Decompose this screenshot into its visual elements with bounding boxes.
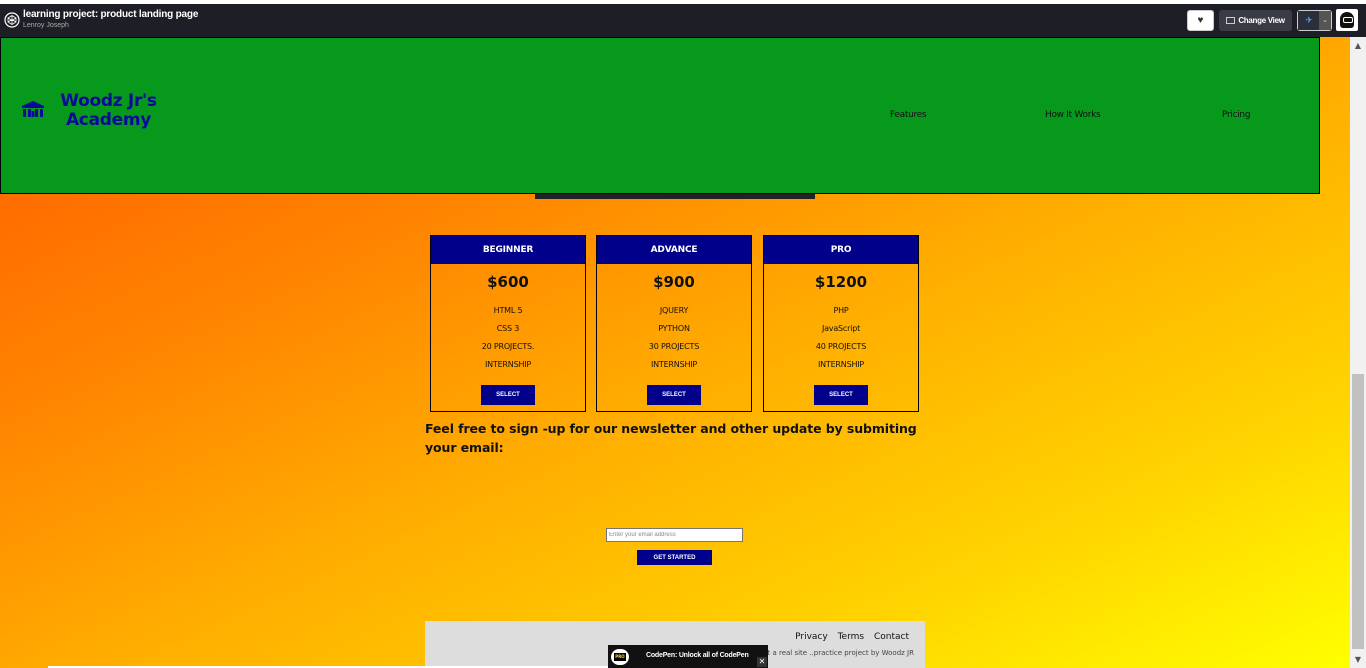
change-view-button[interactable]: Change View xyxy=(1219,10,1292,31)
scroll-up-icon[interactable]: ▲ xyxy=(1350,37,1366,54)
layout-icon xyxy=(1226,17,1236,25)
plan-feature: INTERNSHIP xyxy=(817,360,865,369)
plan-feature: PHP xyxy=(833,306,849,315)
plan-feature: JavaScript xyxy=(821,324,861,333)
chevron-down-icon[interactable]: ⌄ xyxy=(1319,11,1331,30)
pro-badge-label: PRO xyxy=(614,653,626,661)
nav-link-pricing[interactable]: Pricing xyxy=(1222,110,1251,120)
plan-feature: 30 PROJECTS xyxy=(648,342,700,351)
plan-name: BEGINNER xyxy=(431,236,585,264)
scroll-down-icon[interactable]: ▼ xyxy=(1350,651,1366,668)
video-bottom-edge xyxy=(535,194,815,199)
plan-price: $900 xyxy=(653,273,695,291)
pin-icon[interactable]: ✈ xyxy=(1298,11,1320,30)
codepen-promo-banner[interactable]: PRO CodePen: Unlock all of CodePen ✕ xyxy=(608,645,768,668)
pen-title[interactable]: learning project: product landing page xyxy=(23,9,198,20)
plan-name: ADVANCE xyxy=(597,236,751,264)
plan-feature: JQUERY xyxy=(659,306,689,315)
select-beginner-button[interactable]: SELECT xyxy=(481,385,535,405)
plan-price: $1200 xyxy=(814,273,868,291)
footer-link-contact[interactable]: Contact xyxy=(874,632,909,642)
plan-features: HTML 5 CSS 3 20 PROJECTS. INTERNSHIP xyxy=(431,302,585,374)
plan-feature: INTERNSHIP xyxy=(650,360,698,369)
footer-links: Privacy Terms Contact xyxy=(788,632,909,642)
plan-price: $600 xyxy=(487,273,529,291)
plan-feature: HTML 5 xyxy=(493,306,523,315)
codepen-topbar: learning project: product landing page L… xyxy=(0,0,1366,37)
pricing-card-beginner: BEGINNER $600 HTML 5 CSS 3 20 PROJECTS. … xyxy=(430,235,586,412)
footer-link-terms[interactable]: Terms xyxy=(838,632,865,642)
pin-button[interactable]: ✈ ⌄ xyxy=(1297,10,1332,31)
newsletter-text: Feel free to sign -up for our newsletter… xyxy=(425,421,917,455)
pen-author[interactable]: Lenroy Joseph xyxy=(23,22,69,29)
nav-link-how-it-works[interactable]: How It Works xyxy=(1045,110,1101,120)
scrollbar[interactable]: ▲ ▼ xyxy=(1350,37,1366,668)
plan-feature: CSS 3 xyxy=(496,324,520,333)
avatar-glasses xyxy=(1343,17,1353,23)
footer-link-privacy[interactable]: Privacy xyxy=(795,632,828,642)
pricing-card-pro: PRO $1200 PHP JavaScript 40 PROJECTS INT… xyxy=(763,235,919,412)
pricing-card-advance: ADVANCE $900 JQUERY PYTHON 30 PROJECTS I… xyxy=(596,235,752,412)
plan-feature: PYTHON xyxy=(658,324,690,333)
codepen-logo-icon[interactable] xyxy=(4,12,20,28)
email-field[interactable] xyxy=(606,528,743,542)
footer-note: not a real site ..practice project by Wo… xyxy=(758,649,914,657)
pro-badge-icon: PRO xyxy=(611,649,629,665)
promo-text[interactable]: CodePen: Unlock all of CodePen xyxy=(646,652,749,659)
brand-name[interactable]: Woodz Jr's Academy xyxy=(51,92,166,130)
plan-feature: 40 PROJECTS xyxy=(815,342,867,351)
change-view-label: Change View xyxy=(1238,16,1285,25)
nav-link-features[interactable]: Features xyxy=(890,110,927,120)
page-viewport: Woodz Jr's Academy Features How It Works… xyxy=(0,37,1350,668)
close-icon[interactable]: ✕ xyxy=(757,657,767,667)
plan-name: PRO xyxy=(764,236,918,264)
select-advance-button[interactable]: SELECT xyxy=(647,385,701,405)
select-pro-button[interactable]: SELECT xyxy=(814,385,868,405)
academy-building-icon xyxy=(22,101,44,117)
heart-icon: ♥ xyxy=(1197,15,1204,26)
plan-features: JQUERY PYTHON 30 PROJECTS INTERNSHIP xyxy=(597,302,751,374)
site-header: Woodz Jr's Academy Features How It Works… xyxy=(0,37,1320,194)
plan-feature: INTERNSHIP xyxy=(484,360,532,369)
avatar[interactable] xyxy=(1336,9,1358,31)
plan-feature: 20 PROJECTS. xyxy=(481,342,535,351)
get-started-button[interactable]: GET STARTED xyxy=(637,550,712,565)
heart-button[interactable]: ♥ xyxy=(1187,10,1214,31)
plan-features: PHP JavaScript 40 PROJECTS INTERNSHIP xyxy=(764,302,918,374)
scroll-thumb[interactable] xyxy=(1352,374,1364,649)
